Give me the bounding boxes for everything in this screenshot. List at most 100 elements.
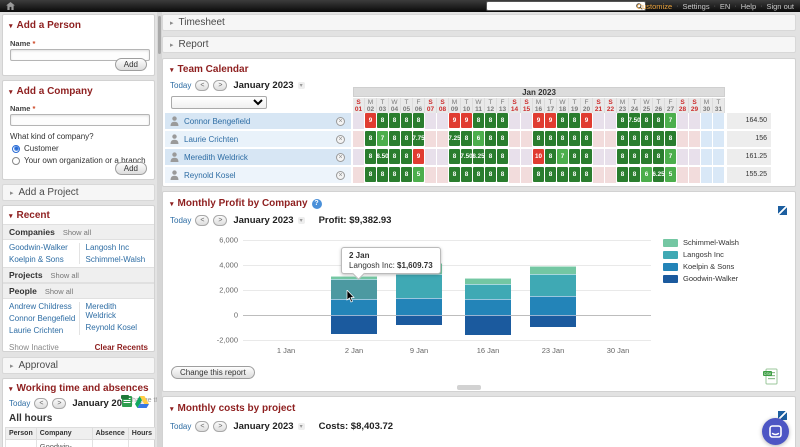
top-menu-item-sign-out[interactable]: Sign out [766, 2, 794, 11]
calendar-cell[interactable]: 8 [365, 149, 377, 165]
recent-company-link[interactable]: Schimmel-Walsh [86, 255, 149, 264]
calendar-cell[interactable]: 8 [557, 131, 569, 147]
calendar-cell[interactable]: 7.50 [460, 149, 473, 165]
calendar-cell[interactable]: 6 [641, 167, 653, 183]
recent-company-link[interactable]: Langosh Inc [86, 243, 149, 252]
calendar-cell[interactable]: 8 [653, 149, 665, 165]
calendar-cell[interactable]: 7.25 [448, 131, 461, 147]
calendar-cell[interactable]: 8 [461, 131, 473, 147]
calendar-cell[interactable] [353, 149, 364, 165]
calendar-cell[interactable]: 9 [413, 149, 425, 165]
recent-person-link[interactable]: Reynold Kosel [86, 323, 149, 332]
add-person-header[interactable]: ▾ Add a Person [3, 15, 154, 31]
calendar-cell[interactable]: 8 [401, 149, 413, 165]
calendar-cell[interactable] [605, 131, 616, 147]
calendar-cell[interactable]: 7 [557, 149, 569, 165]
calendar-cell[interactable]: 8 [629, 149, 641, 165]
month-dropdown-caret[interactable]: ▾ [297, 82, 305, 89]
calendar-cell[interactable]: 8 [653, 113, 665, 129]
calendar-cell[interactable] [689, 131, 700, 147]
calendar-cell[interactable] [605, 167, 616, 183]
recent-company-link[interactable]: Goodwin-Walker [9, 243, 79, 252]
show-all-companies-link[interactable]: Show all [63, 228, 91, 237]
bar-segment-goodwin-walker[interactable] [396, 315, 442, 325]
calendar-cell[interactable]: 8 [389, 167, 401, 183]
person-name-link[interactable]: Connor Bengefield [184, 117, 331, 126]
person-filter-select[interactable] [171, 96, 267, 109]
calendar-cell[interactable]: 8 [413, 113, 425, 129]
calendar-cell[interactable]: 8 [533, 131, 545, 147]
calendar-cell[interactable] [713, 113, 724, 129]
calendar-cell[interactable]: 8 [617, 149, 629, 165]
calendar-cell[interactable] [701, 167, 712, 183]
timesheet-header[interactable]: ▸ Timesheet [162, 14, 796, 31]
calendar-cell[interactable]: 8 [449, 149, 461, 165]
calendar-cell[interactable] [425, 113, 436, 129]
calendar-cell[interactable]: 8 [617, 131, 629, 147]
calendar-cell[interactable] [353, 131, 364, 147]
person-row[interactable]: Connor Bengefield × [165, 113, 351, 129]
calendar-cell[interactable]: 8 [581, 167, 593, 183]
bar-segment-langosh-inc[interactable] [465, 284, 511, 299]
calendar-cell[interactable]: 8 [641, 113, 653, 129]
calendar-cell[interactable]: 8 [485, 113, 497, 129]
add-person-button[interactable]: Add [114, 58, 147, 71]
calendar-cell[interactable]: 8 [377, 167, 389, 183]
calendar-cell[interactable] [353, 113, 364, 129]
change-report-button[interactable]: Change this report [171, 366, 255, 379]
person-row[interactable]: Meredith Weldrick × [165, 149, 351, 165]
costs-header[interactable]: ▾ Monthly costs by project [163, 397, 795, 414]
calendar-cell[interactable] [425, 167, 436, 183]
chat-widget-button[interactable] [762, 418, 789, 445]
prev-month-button[interactable]: < [195, 421, 210, 432]
person-name-link[interactable]: Reynold Kosel [184, 171, 331, 180]
calendar-cell[interactable] [689, 149, 700, 165]
bar-segment-koelpin-sons[interactable] [530, 295, 576, 315]
calendar-cell[interactable]: 6.25 [652, 167, 665, 183]
calendar-cell[interactable] [677, 113, 688, 129]
home-icon[interactable] [6, 2, 15, 10]
calendar-cell[interactable]: 8 [641, 131, 653, 147]
calendar-cell[interactable]: 7 [665, 149, 677, 165]
company-name-field[interactable] [10, 114, 150, 126]
calendar-cell[interactable] [593, 167, 604, 183]
person-row[interactable]: Reynold Kosel × [165, 167, 351, 183]
calendar-cell[interactable]: 8 [461, 167, 473, 183]
calendar-cell[interactable]: 7 [377, 131, 389, 147]
calendar-cell[interactable]: 8 [389, 131, 401, 147]
calendar-cell[interactable]: 9 [449, 113, 461, 129]
calendar-cell[interactable] [701, 131, 712, 147]
legend-item[interactable]: Langosh Inc [663, 250, 739, 259]
calendar-cell[interactable] [509, 113, 520, 129]
calendar-cell[interactable] [593, 131, 604, 147]
calendar-cell[interactable]: 8 [365, 167, 377, 183]
calendar-cell[interactable] [677, 167, 688, 183]
calendar-cell[interactable]: 8 [401, 131, 413, 147]
help-icon[interactable]: ? [311, 198, 322, 209]
remove-person-icon[interactable]: × [336, 170, 345, 180]
calendar-cell[interactable] [593, 149, 604, 165]
calendar-cell[interactable]: 8 [569, 167, 581, 183]
calendar-cell[interactable]: 8 [533, 167, 545, 183]
calendar-cell[interactable] [677, 131, 688, 147]
horizontal-scrollbar-thumb[interactable] [457, 385, 481, 390]
bar-segment-langosh-inc[interactable] [396, 273, 442, 298]
calendar-cell[interactable]: 8 [497, 149, 509, 165]
calendar-cell[interactable]: 8 [653, 131, 665, 147]
calendar-cell[interactable] [689, 113, 700, 129]
next-month-button[interactable]: > [213, 421, 228, 432]
calendar-cell[interactable]: 7.75 [412, 131, 425, 147]
calendar-cell[interactable] [437, 149, 448, 165]
calendar-cell[interactable]: 8 [401, 113, 413, 129]
calendar-cell[interactable]: 8 [389, 113, 401, 129]
calendar-cell[interactable] [521, 167, 532, 183]
calendar-cell[interactable]: 8 [497, 131, 509, 147]
calendar-cell[interactable] [509, 167, 520, 183]
calendar-cell[interactable] [593, 113, 604, 129]
recent-header[interactable]: ▾ Recent [3, 206, 154, 224]
scrollbar-thumb[interactable] [158, 16, 161, 54]
calendar-cell[interactable]: 10 [533, 149, 545, 165]
prev-month-button[interactable]: < [195, 80, 210, 91]
show-all-people-link[interactable]: Show all [45, 287, 73, 296]
calendar-cell[interactable] [701, 149, 712, 165]
